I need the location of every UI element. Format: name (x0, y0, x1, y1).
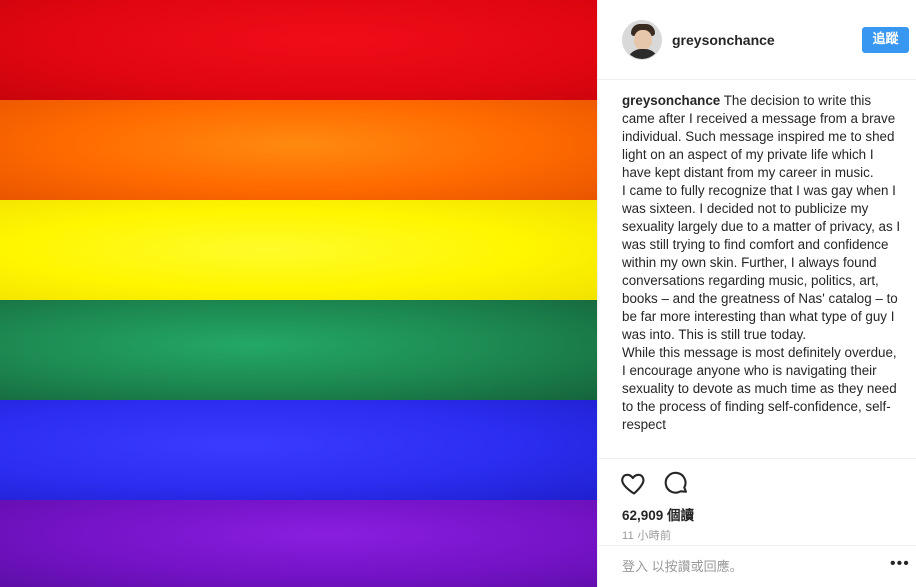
caption-paragraph-3: While this message is most definitely ov… (622, 345, 897, 432)
flag-stripe-blue (0, 400, 597, 500)
post-sidebar: greysonchance 追蹤 greysonchance The decis… (597, 0, 916, 587)
login-prompt[interactable]: 登入 以按讚或回應。 (622, 556, 743, 575)
post-image[interactable] (0, 0, 597, 587)
post-actions: 62,909 個讀 11 小時前 登入 以按讚或回應。 ••• (598, 458, 916, 587)
avatar[interactable] (622, 20, 662, 60)
flag-stripe-green (0, 300, 597, 400)
caption-paragraph-2: I came to fully recognize that I was gay… (622, 183, 901, 342)
post-header: greysonchance 追蹤 (598, 0, 916, 80)
caption: greysonchance The decision to write this… (622, 92, 902, 458)
caption-username[interactable]: greysonchance (622, 93, 720, 108)
avatar-face (634, 30, 652, 50)
login-bar: 登入 以按讚或回應。 ••• (598, 545, 916, 587)
flag-stripe-orange (0, 100, 597, 200)
more-options-icon[interactable]: ••• (890, 555, 910, 573)
flag-stripe-purple (0, 500, 597, 587)
heart-icon[interactable] (620, 469, 648, 497)
post-timestamp[interactable]: 11 小時前 (622, 527, 671, 543)
avatar-shirt (627, 49, 659, 59)
follow-button[interactable]: 追蹤 (862, 27, 909, 53)
flag-stripe-red (0, 0, 597, 100)
view-count: 62,909 個讀 (622, 508, 695, 523)
comment-icon[interactable] (662, 469, 690, 497)
flag-stripe-yellow (0, 200, 597, 300)
header-username[interactable]: greysonchance (672, 32, 775, 48)
caption-paragraph-1: greysonchance The decision to write this… (622, 92, 902, 182)
